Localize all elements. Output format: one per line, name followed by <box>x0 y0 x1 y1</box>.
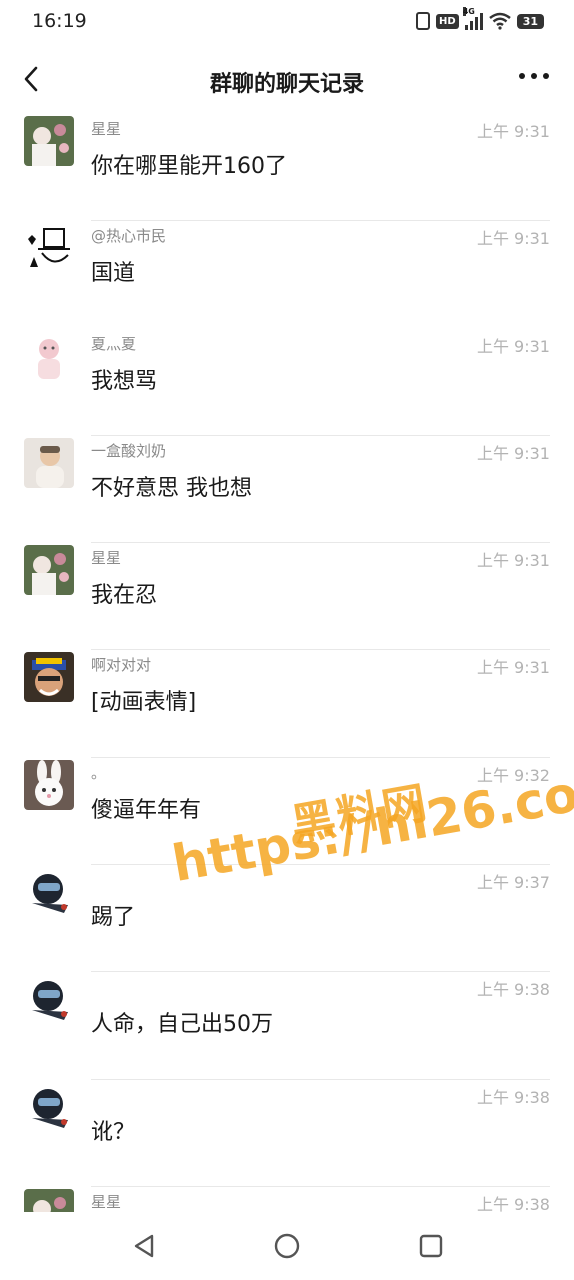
list-item[interactable]: 夏灬夏 上午 9:31 我想骂 <box>0 329 574 436</box>
message-text: [动画表情] <box>91 690 197 716</box>
status-bar: 16:19 HD 4G 31 <box>0 0 574 46</box>
message-text: 踢了 <box>91 905 136 931</box>
chat-history-list[interactable]: 星星 上午 9:31 你在哪里能开160了 @热心市民 上午 9:31 国道 夏… <box>0 114 574 1212</box>
list-item[interactable]: 上午 9:37 踢了 <box>0 865 574 973</box>
rabbit-avatar[interactable] <box>24 759 74 810</box>
helmet-avatar[interactable] <box>24 867 74 918</box>
list-item[interactable]: 星星 上午 9:38 <box>0 1187 574 1212</box>
photo-avatar-flowers[interactable] <box>24 116 74 166</box>
sender-name: 星星 <box>91 120 122 138</box>
message-time: 上午 9:31 <box>476 122 550 141</box>
message-time: 上午 9:31 <box>476 443 550 463</box>
photo-avatar-flowers[interactable] <box>24 545 74 596</box>
sender-name: 夏灬夏 <box>91 334 137 353</box>
sender-name: 星星 <box>91 1192 122 1211</box>
network-type: 4G <box>462 7 475 16</box>
hd-icon: HD <box>436 13 459 29</box>
list-item[interactable]: 上午 9:38 人命，自己出50万 <box>0 972 574 1080</box>
sender-name: 星星 <box>91 549 122 568</box>
sender-name: 一盒酸刘奶 <box>91 441 167 460</box>
title-bar: 群聊的聊天记录 <box>0 46 574 114</box>
message-time: 上午 9:31 <box>476 229 550 249</box>
message-time: 上午 9:37 <box>476 873 550 893</box>
message-time: 上午 9:38 <box>476 1087 550 1107</box>
message-text: 国道 <box>91 261 136 287</box>
message-time: 上午 9:31 <box>476 551 550 571</box>
nav-recents-icon[interactable] <box>417 1232 445 1260</box>
photo-avatar-flowers[interactable] <box>24 1188 74 1212</box>
sender-name: 。 <box>91 763 107 782</box>
message-time: 上午 9:38 <box>476 1194 550 1212</box>
list-item[interactable]: 啊对对对 上午 9:31 [动画表情] <box>0 650 574 758</box>
message-text: 你在哪里能开160了 <box>91 154 287 179</box>
message-text: 不好意思 我也想 <box>91 475 252 501</box>
message-text: 我想骂 <box>91 368 158 394</box>
message-time: 上午 9:31 <box>476 336 550 356</box>
sender-name: 啊对对对 <box>91 656 152 675</box>
status-icons: HD 4G 31 <box>416 7 544 30</box>
pink-avatar[interactable] <box>24 330 74 381</box>
battery-icon: 31 <box>516 13 544 29</box>
list-item[interactable]: 。 上午 9:32 傻逼年年有 <box>0 758 574 866</box>
sender-name: @热心市民 <box>91 227 167 246</box>
nav-back-icon[interactable] <box>130 1232 158 1260</box>
helmet-avatar[interactable] <box>24 1081 74 1132</box>
message-text: 我在忍 <box>91 583 158 609</box>
signal-icon: 4G <box>462 7 483 30</box>
message-text: 讹？ <box>91 1119 136 1145</box>
message-time: 上午 9:38 <box>476 980 550 1000</box>
message-time: 上午 9:31 <box>476 658 550 678</box>
wifi-icon <box>488 12 511 30</box>
list-item[interactable]: 星星 上午 9:31 我在忍 <box>0 543 574 651</box>
baby-avatar[interactable] <box>24 437 74 488</box>
list-item[interactable]: 一盒酸刘奶 上午 9:31 不好意思 我也想 <box>0 436 574 544</box>
page-title: 群聊的聊天记录 <box>209 72 364 97</box>
drawing-avatar-hat[interactable] <box>24 223 74 274</box>
nav-home-icon[interactable] <box>273 1232 301 1260</box>
cartoon-avatar[interactable] <box>24 652 74 703</box>
more-options-icon[interactable] <box>518 66 550 86</box>
list-item[interactable]: @热心市民 上午 9:31 国道 <box>0 221 574 328</box>
list-item[interactable]: 上午 9:38 讹？ <box>0 1080 574 1187</box>
navigation-bar <box>0 1212 574 1280</box>
list-item[interactable]: 星星 上午 9:31 你在哪里能开160了 <box>0 114 574 222</box>
message-text: 人命，自己出50万 <box>91 1012 273 1038</box>
vibrate-icon <box>416 12 431 30</box>
message-time: 上午 9:32 <box>476 765 550 785</box>
message-text: 傻逼年年有 <box>91 797 202 823</box>
helmet-avatar[interactable] <box>24 974 74 1025</box>
status-time: 16:19 <box>32 10 87 32</box>
